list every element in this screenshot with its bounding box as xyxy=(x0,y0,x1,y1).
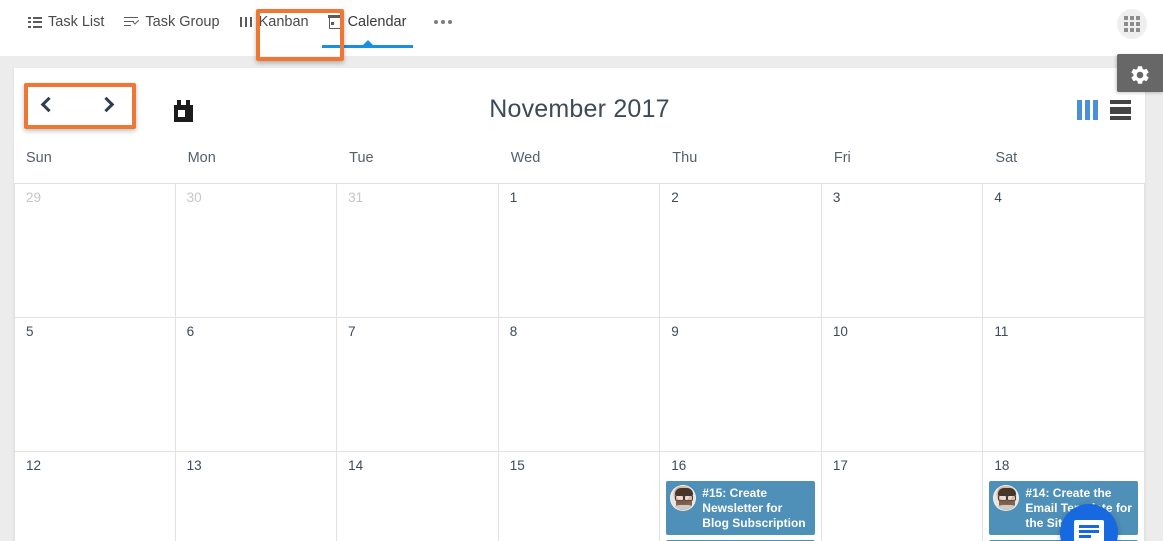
calendar-toolbar: November 2017 xyxy=(14,68,1145,145)
task-event-card[interactable]: #15: Create Newsletter for Blog Subscrip… xyxy=(665,480,816,536)
tab-calendar[interactable]: Calendar xyxy=(319,0,417,48)
calendar-day-cell[interactable]: 13 xyxy=(176,452,338,541)
calendar-day-cell[interactable]: 7 xyxy=(337,318,499,451)
tab-task-list[interactable]: Task List xyxy=(18,0,114,44)
weekday-label: Thu xyxy=(672,150,698,166)
calendar-day-cell[interactable]: 29 xyxy=(14,184,176,317)
day-number: 1 xyxy=(509,190,518,205)
calendar-day-cell[interactable]: 15 xyxy=(499,452,661,541)
view-toggle-group xyxy=(1077,100,1131,120)
day-number: 4 xyxy=(994,190,1002,205)
more-dot-icon xyxy=(448,20,453,24)
calendar-day-cell[interactable]: 8 xyxy=(499,318,661,451)
weekday-label: Wed xyxy=(510,150,541,166)
more-dot-icon xyxy=(434,20,439,24)
day-number: 11 xyxy=(994,324,1009,339)
settings-button[interactable] xyxy=(1117,54,1163,92)
tab-calendar-label: Calendar xyxy=(347,13,407,30)
day-number: 13 xyxy=(186,458,202,473)
calendar-grid: 29 30 31 1 2 3 4 5 6 7 8 9 10 11 12 13 14 15 16 #15: Create… xyxy=(14,183,1145,541)
task-event-title: #15: Create Newsletter for Blog Subscrip… xyxy=(702,486,806,530)
tab-kanban[interactable]: Kanban xyxy=(230,0,319,44)
day-number: 14 xyxy=(348,458,364,473)
checklist-icon xyxy=(124,16,140,28)
rows-view-icon[interactable] xyxy=(1110,100,1131,120)
calendar-panel: November 2017 Sun Mon Tue Wed Thu Fri Sa… xyxy=(14,68,1145,541)
tab-task-list-label: Task List xyxy=(48,13,105,30)
weekday-label: Fri xyxy=(833,150,851,166)
calendar-day-cell[interactable]: 11 xyxy=(983,318,1145,451)
calendar-week-row: 5 6 7 8 9 10 11 xyxy=(14,318,1145,452)
active-tab-underline xyxy=(321,45,414,48)
calendar-day-cell[interactable]: 12 xyxy=(14,452,176,541)
calendar-week-row: 12 13 14 15 16 #15: Create Newsletter for Blo… xyxy=(14,452,1145,541)
day-number: 29 xyxy=(26,190,42,205)
day-number: 30 xyxy=(186,190,202,205)
calendar-day-cell[interactable]: 31 xyxy=(337,184,499,317)
day-number: 5 xyxy=(26,324,34,339)
month-title: November 2017 xyxy=(489,95,670,123)
calendar-day-cell[interactable]: 1 xyxy=(499,184,661,317)
day-number: 2 xyxy=(671,190,679,205)
more-views-button[interactable] xyxy=(424,0,462,44)
weekday-label: Sun xyxy=(26,150,52,166)
weekday-label: Sat xyxy=(995,150,1018,166)
calendar-week-row: 29 30 31 1 2 3 4 xyxy=(14,184,1145,318)
top-tab-bar: Task List Task Group Kanban Calendar xyxy=(0,0,1163,61)
calendar-day-cell[interactable]: 5 xyxy=(14,318,176,451)
avatar xyxy=(993,485,1020,511)
apps-grid-icon xyxy=(1124,16,1140,32)
chat-bubble-icon xyxy=(1074,520,1104,541)
kanban-icon xyxy=(239,17,253,27)
weekday-label: Tue xyxy=(349,150,374,166)
calendar-day-cell[interactable]: 16 #15: Create Newsletter for Blog Subscr… xyxy=(660,452,822,541)
apps-grid-button[interactable] xyxy=(1117,9,1147,39)
day-number: 9 xyxy=(671,324,679,339)
app-root: Task List Task Group Kanban Calendar Nov… xyxy=(0,0,1163,541)
calendar-day-cell[interactable]: 10 xyxy=(822,318,984,451)
calendar-day-cell[interactable]: 2 xyxy=(660,184,822,317)
day-events: #15: Create Newsletter for Blog Subscrip… xyxy=(665,480,816,541)
avatar xyxy=(670,485,697,511)
day-number: 16 xyxy=(671,458,687,473)
weekday-label: Mon xyxy=(187,150,216,166)
calendar-day-cell[interactable]: 14 xyxy=(337,452,499,541)
day-number: 3 xyxy=(832,190,841,205)
day-number: 15 xyxy=(509,458,525,473)
day-number: 6 xyxy=(186,324,195,339)
list-icon xyxy=(28,16,42,28)
day-number: 7 xyxy=(348,324,356,339)
day-number: 31 xyxy=(348,190,364,205)
calendar-day-cell[interactable]: 17 xyxy=(822,452,984,541)
day-number: 18 xyxy=(994,458,1010,473)
page-background-strip xyxy=(0,56,14,541)
more-dot-icon xyxy=(441,20,446,24)
day-number: 10 xyxy=(832,324,848,339)
day-number: 17 xyxy=(832,458,848,473)
tab-task-group-label: Task Group xyxy=(145,13,220,30)
calendar-day-cell[interactable]: 4 xyxy=(983,184,1145,317)
weekday-header-row: Sun Mon Tue Wed Thu Fri Sat xyxy=(14,145,1145,183)
day-number: 8 xyxy=(509,324,518,339)
calendar-icon xyxy=(327,14,343,29)
calendar-day-cell[interactable]: 6 xyxy=(176,318,338,451)
view-tabs: Task List Task Group Kanban Calendar xyxy=(18,0,1163,48)
columns-view-icon[interactable] xyxy=(1077,100,1098,120)
calendar-day-cell[interactable]: 3 xyxy=(822,184,984,317)
gear-icon xyxy=(1131,66,1149,84)
tab-kanban-label: Kanban xyxy=(258,13,309,30)
active-tab-caret-icon xyxy=(362,40,373,45)
tab-task-group[interactable]: Task Group xyxy=(114,0,229,44)
day-number: 12 xyxy=(26,458,42,473)
calendar-day-cell[interactable]: 30 xyxy=(176,184,338,317)
calendar-day-cell[interactable]: 9 xyxy=(660,318,822,451)
